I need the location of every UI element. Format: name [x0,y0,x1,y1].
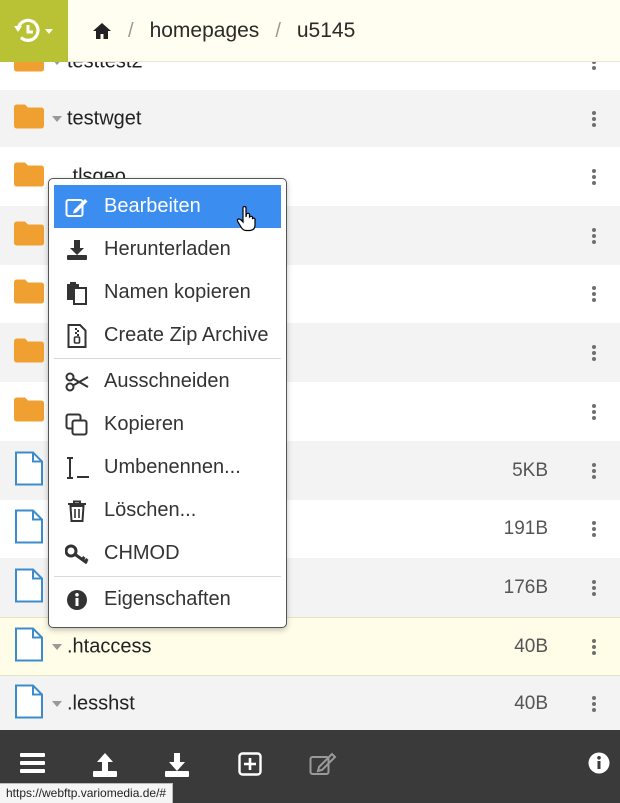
more-options-icon[interactable] [592,462,596,479]
list-item[interactable]: testwget [0,90,620,147]
history-menu-button[interactable] [0,0,68,62]
more-options-icon[interactable] [592,110,596,127]
file-size: 176B [503,576,548,598]
file-icon [14,568,44,607]
more-options-icon[interactable] [592,638,596,655]
file-size: 40B [514,693,548,714]
key-icon [64,541,90,567]
menu-item-label: Bearbeiten [104,195,201,217]
more-options-icon[interactable] [592,62,596,70]
menu-item-cut[interactable]: Ausschneiden [54,360,281,403]
edit-icon [64,194,90,220]
folder-icon [14,279,44,309]
menu-hamburger-icon[interactable] [20,752,45,774]
caret-down-icon[interactable] [52,62,62,65]
menu-item-label: Umbenennen... [104,456,241,478]
menu-item-delete[interactable]: Löschen... [54,489,281,532]
upload-icon[interactable] [92,752,118,778]
hand-cursor-icon [236,205,258,237]
menu-item-chmod[interactable]: CHMOD [54,532,281,575]
breadcrumb-separator: / [128,19,134,42]
menu-item-label: Ausschneiden [104,370,230,392]
menu-item-label: Create Zip Archive [104,324,269,346]
text-cursor-icon [64,455,90,481]
new-item-icon[interactable] [238,752,262,776]
breadcrumb-separator: / [275,19,281,42]
context-menu: Bearbeiten Herunterladen Namen kopieren … [48,178,287,628]
download-icon [64,237,90,263]
file-icon [14,684,44,724]
menu-item-properties[interactable]: Eigenschaften [54,578,281,621]
caret-down-icon[interactable] [52,643,62,650]
file-size: 40B [514,635,548,657]
menu-item-label: Löschen... [104,499,197,521]
trash-icon [64,498,90,524]
menu-item-create-zip[interactable]: Create Zip Archive [54,314,281,357]
list-item[interactable]: .lesshst 40B [0,676,620,730]
folder-icon [14,104,44,133]
menu-item-label: Herunterladen [104,238,231,260]
more-options-icon[interactable] [592,286,596,302]
breadcrumb: / homepages / u5145 [92,0,355,62]
file-size: 5KB [512,459,548,481]
menu-item-label: Kopieren [104,413,185,435]
menu-item-label: Eigenschaften [104,588,231,610]
menu-item-label: Namen kopieren [104,281,251,303]
scissors-icon [64,369,90,395]
status-url: https://webftp.variomedia.de/# [0,783,174,803]
folder-icon [14,62,44,77]
download-icon[interactable] [164,752,190,778]
more-options-icon[interactable] [592,227,596,244]
file-icon [14,627,44,666]
more-options-icon[interactable] [592,521,596,537]
caret-down-icon[interactable] [52,115,62,122]
file-icon [14,509,44,549]
menu-item-copy[interactable]: Kopieren [54,403,281,446]
more-options-icon[interactable] [592,579,596,596]
menu-item-label: CHMOD [104,542,180,564]
file-name: testtest2 [67,62,143,74]
file-name: .htaccess [67,635,152,657]
file-size: 191B [503,518,548,539]
copy-name-icon [64,280,90,306]
header-bar: / homepages / u5145 [0,0,620,62]
list-item[interactable]: testtest2 [0,62,620,90]
more-options-icon[interactable] [592,696,596,712]
copy-icon [64,412,90,438]
more-options-icon[interactable] [592,344,596,361]
menu-item-copy-name[interactable]: Namen kopieren [54,271,281,314]
history-icon [14,18,53,42]
file-name: .lesshst [67,692,135,715]
menu-divider [54,576,281,577]
info-icon [64,587,90,613]
more-options-icon[interactable] [592,168,596,185]
edit-icon[interactable] [309,752,337,776]
zip-icon [64,323,90,349]
folder-icon [14,397,44,426]
file-name: testwget [67,107,142,129]
folder-icon [14,338,44,367]
caret-down-icon[interactable] [52,701,62,707]
menu-divider [54,358,281,359]
folder-icon [14,162,44,191]
folder-icon [14,221,44,250]
breadcrumb-item[interactable]: homepages [150,19,260,43]
file-icon [14,451,44,490]
info-icon[interactable] [588,752,610,774]
breadcrumb-item[interactable]: u5145 [297,19,355,43]
home-icon[interactable] [92,22,112,40]
menu-item-rename[interactable]: Umbenennen... [54,446,281,489]
more-options-icon[interactable] [592,403,596,420]
